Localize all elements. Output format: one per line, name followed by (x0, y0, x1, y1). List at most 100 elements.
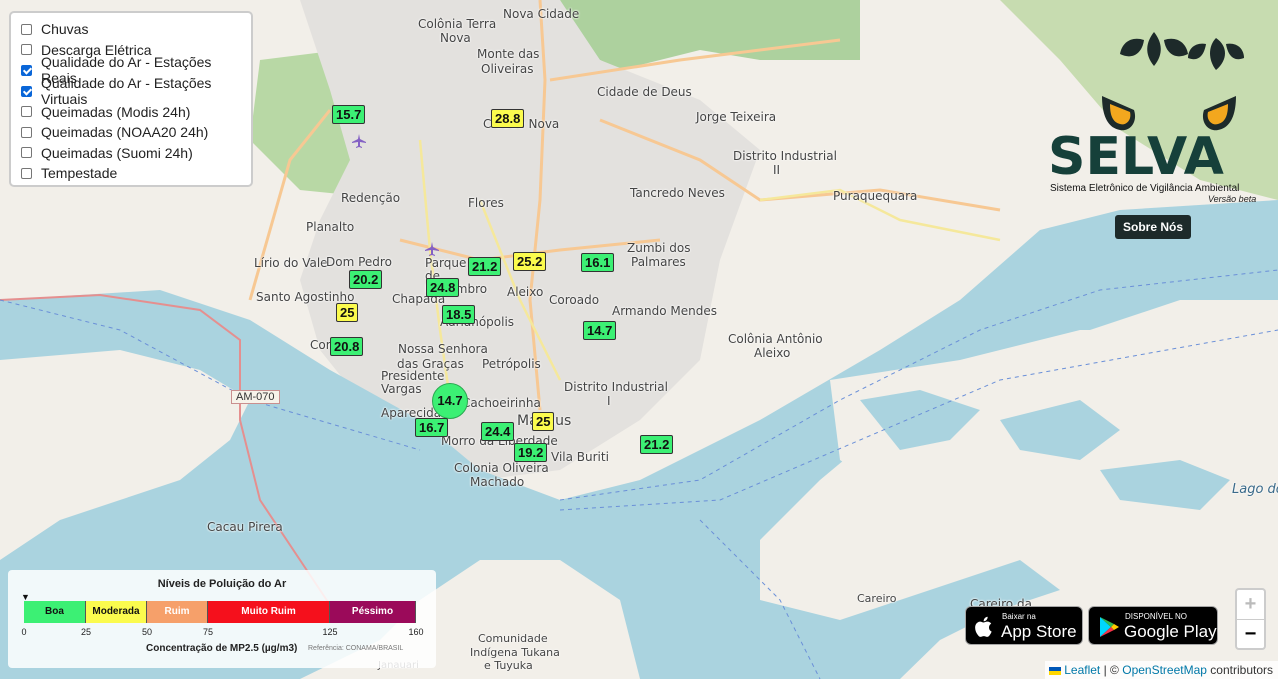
place-label: Machado (470, 475, 525, 489)
apple-icon (975, 616, 992, 637)
air-quality-marker[interactable]: 25.2 (513, 252, 547, 271)
zoom-in-button[interactable]: + (1237, 590, 1264, 619)
google-play-label: Google Play (1124, 622, 1217, 641)
map-attribution: Leaflet | © OpenStreetMap contributors (1044, 661, 1278, 679)
place-label: Armando Mendes (612, 304, 717, 318)
air-quality-marker[interactable]: 24.4 (481, 422, 515, 441)
google-play-small-text: DISPONÍVEL NO (1125, 612, 1187, 621)
place-label: Coroado (549, 293, 600, 307)
place-label: Comunidade (478, 632, 548, 645)
checkbox[interactable] (21, 23, 32, 35)
place-label: Colonia Oliveira (454, 461, 549, 475)
place-label: Monte das (477, 47, 540, 61)
place-label: Nova (440, 31, 471, 45)
air-quality-marker[interactable]: 20.2 (349, 270, 383, 289)
place-label: Aleixo (754, 346, 791, 360)
checkbox-checked[interactable] (21, 64, 32, 76)
about-us-button[interactable]: Sobre Nós (1115, 215, 1191, 239)
checkbox[interactable] (21, 147, 32, 159)
layer-label: Qualidade do Ar - Estações Virtuais (41, 75, 212, 108)
legend-band-pessimo: Péssimo (330, 601, 416, 623)
place-label: e Tuyuka (484, 659, 533, 672)
layer-toggle-estacoes-virtuais[interactable]: Qualidade do Ar - Estações Virtuais (21, 75, 241, 107)
checkbox[interactable] (21, 106, 32, 118)
brand-version: Versão beta (1208, 194, 1257, 204)
layer-toggle-chuvas[interactable]: Chuvas (21, 19, 241, 40)
place-label: Puraquequara (833, 189, 918, 203)
air-quality-marker[interactable]: 20.8 (330, 337, 364, 356)
legend-reference: Referência: CONAMA/BRASIL (308, 645, 404, 652)
legend-tick: 75 (202, 627, 214, 637)
app-store-button[interactable]: Baixar na App Store (965, 606, 1083, 645)
place-label: Lírio do Vale (254, 256, 328, 270)
app-store-small-text: Baixar na (1002, 612, 1036, 621)
zoom-out-button[interactable]: − (1237, 620, 1264, 649)
place-label: Dom Pedro (326, 255, 392, 269)
layer-label: Queimadas (NOAA20 24h) (41, 124, 209, 141)
place-label: Redenção (341, 191, 401, 205)
legend-tick: 25 (80, 627, 92, 637)
air-quality-marker[interactable]: 25 (532, 412, 555, 431)
place-label: Nossa Senhora (398, 342, 488, 356)
leaflet-link[interactable]: Leaflet (1064, 663, 1100, 677)
air-quality-marker[interactable]: 28.8 (491, 109, 525, 128)
checkbox-checked[interactable] (21, 85, 32, 97)
checkbox[interactable] (21, 167, 32, 179)
checkbox[interactable] (21, 126, 32, 138)
google-play-button[interactable]: DISPONÍVEL NO Google Play (1088, 606, 1218, 645)
attribution-separator: | © (1103, 663, 1119, 677)
legend-tick: 160 (408, 627, 424, 637)
checkbox[interactable] (21, 44, 32, 56)
road-label: AM-070 (231, 390, 280, 404)
air-quality-marker[interactable]: 24.8 (426, 278, 460, 297)
place-label: Nova Cidade (503, 7, 580, 21)
layer-toggle-queimadas-suomi[interactable]: Queimadas (Suomi 24h) (21, 143, 241, 164)
place-label: Colônia Terra (418, 17, 497, 31)
place-label: Careiro (857, 592, 897, 605)
place-label: Aleixo (507, 285, 544, 299)
place-label: Colônia Antônio (728, 332, 823, 346)
air-quality-marker[interactable]: 16.1 (581, 253, 615, 272)
place-label: II (773, 163, 781, 177)
layer-toggle-tempestade[interactable]: Tempestade (21, 163, 241, 184)
air-quality-marker[interactable]: 21.2 (640, 435, 674, 454)
place-label: Vila Buriti (551, 450, 609, 464)
layer-label: Queimadas (Modis 24h) (41, 103, 191, 120)
legend-tick: 50 (141, 627, 153, 637)
place-label: Cidade de Deus (597, 85, 692, 99)
place-label: Planalto (306, 220, 355, 234)
airport-icon (352, 134, 366, 148)
legend-tick: 125 (322, 627, 338, 637)
air-quality-marker[interactable]: 16.7 (415, 418, 449, 437)
air-quality-marker[interactable]: 15.7 (332, 105, 366, 124)
place-label: Jorge Teixeira (696, 110, 777, 124)
legend-band-ruim: Ruim (147, 601, 208, 623)
legend-band-moderada: Moderada (86, 601, 147, 623)
legend-band-muito-ruim: Muito Ruim (208, 601, 330, 623)
place-label: Petrópolis (482, 357, 541, 371)
air-quality-marker[interactable]: 21.2 (468, 257, 502, 276)
place-label: I (607, 394, 611, 408)
air-quality-marker[interactable]: 19.2 (514, 443, 548, 462)
place-label: Cachoeirinha (462, 396, 541, 410)
pollution-legend: Níveis de Poluição do Ar ▼ Boa Moderada … (8, 570, 436, 668)
layer-label: Chuvas (41, 21, 89, 38)
place-label: Presidente Vargas (381, 369, 445, 396)
place-label: Zumbi dos (627, 241, 691, 255)
layer-label: Tempestade (41, 165, 118, 182)
air-quality-marker[interactable]: 25 (336, 303, 359, 322)
openstreetmap-link[interactable]: OpenStreetMap (1122, 663, 1207, 677)
place-label: Distrito Industrial (733, 149, 837, 163)
place-label: Flores (468, 196, 504, 210)
layer-control: Chuvas Descarga Elétrica Qualidade do Ar… (9, 11, 253, 187)
legend-band-boa: Boa (24, 601, 86, 623)
place-label: Cacau Pirera (207, 520, 283, 534)
air-quality-station-marker[interactable]: 14.7 (432, 383, 468, 419)
google-play-icon (1100, 617, 1119, 637)
air-quality-marker[interactable]: 14.7 (583, 321, 617, 340)
brand-subtitle: Sistema Eletrônico de Vigilância Ambient… (1050, 183, 1240, 194)
airport-icon (425, 242, 439, 256)
layer-toggle-queimadas-noaa20[interactable]: Queimadas (NOAA20 24h) (21, 122, 241, 143)
air-quality-marker[interactable]: 18.5 (442, 305, 476, 324)
zoom-control: + − (1235, 588, 1266, 650)
